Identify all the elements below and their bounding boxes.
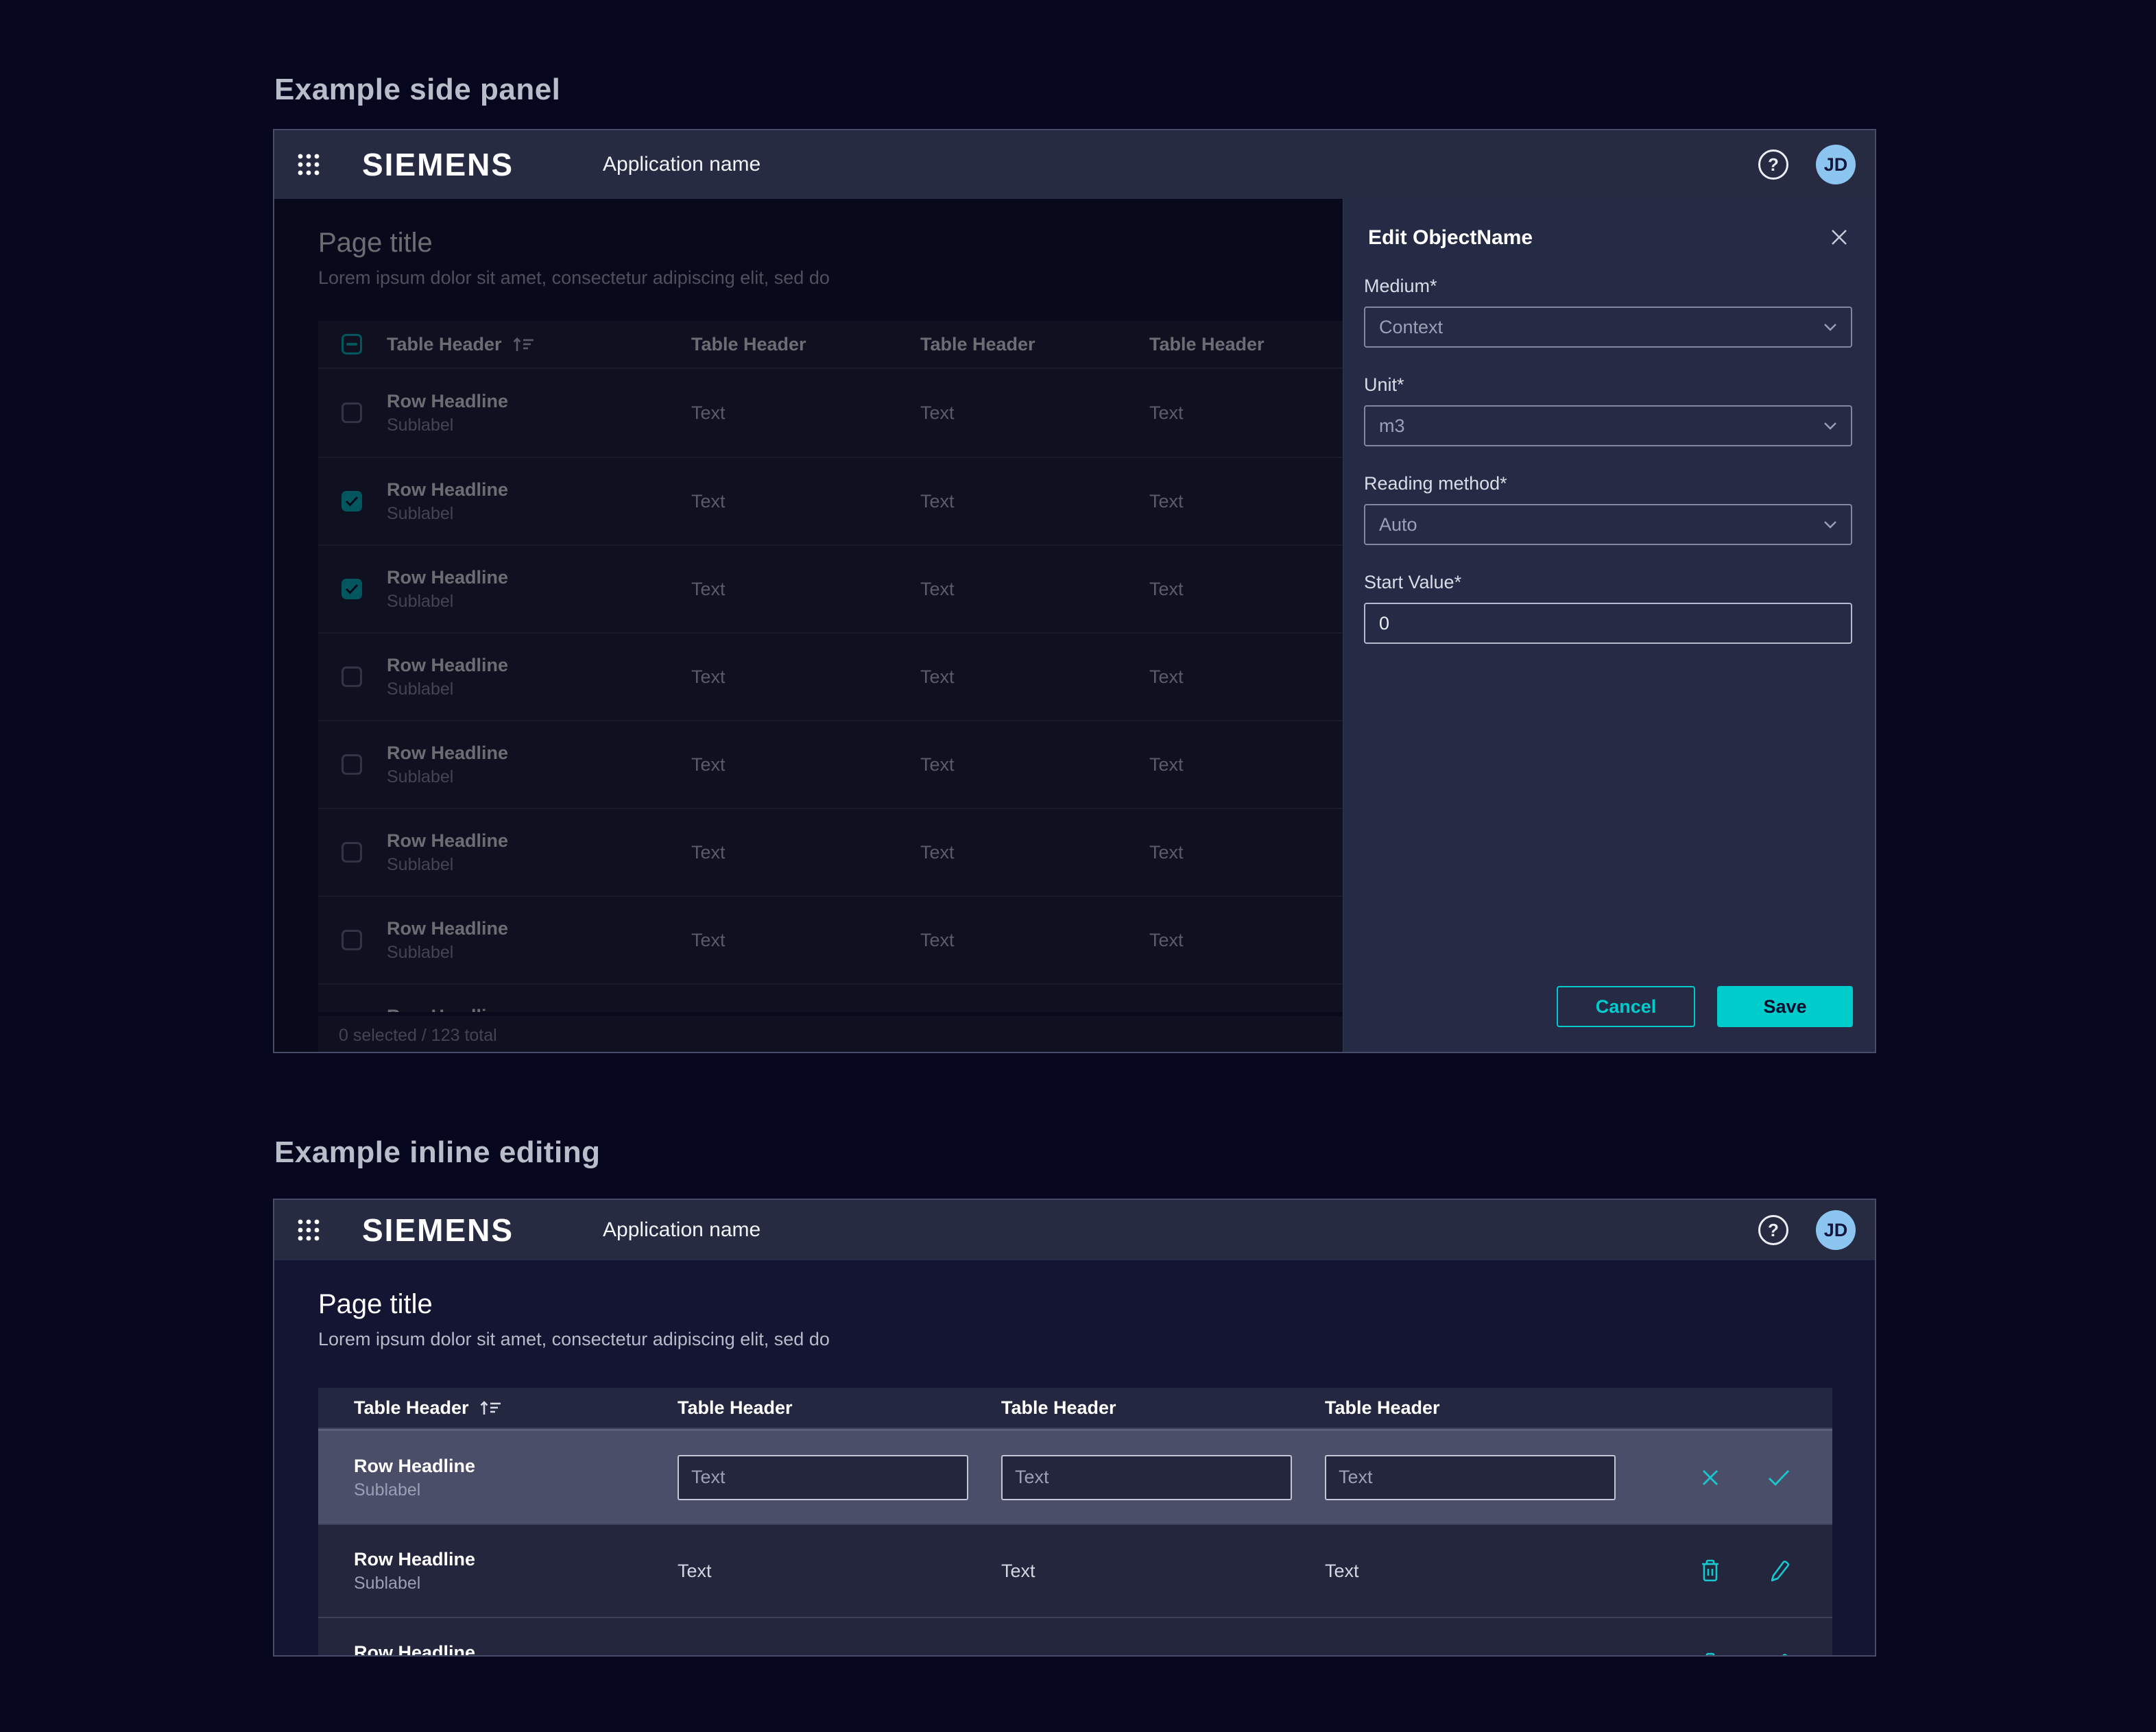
pencil-icon [1766,1651,1792,1657]
form-field-reading-method: Reading method* Auto [1364,473,1852,545]
help-icon[interactable]: ? [1758,1215,1788,1245]
field-label: Start Value* [1364,572,1852,593]
app-header-bar: SIEMENS Application name ? JD [274,130,1875,199]
inline-editing-example-window: SIEMENS Application name ? JD Page title… [273,1199,1876,1657]
medium-select[interactable]: Context [1364,306,1852,348]
field-label: Reading method* [1364,473,1852,494]
column-header[interactable]: Table Header [1001,1397,1325,1419]
save-button[interactable]: Save [1717,986,1853,1027]
table-row: Row Headline Sublabel Text Text Text [318,1524,1832,1617]
cancel-button[interactable]: Cancel [1557,986,1695,1027]
checkmark-icon [1767,1468,1790,1487]
table-cell: Text [1325,1561,1649,1582]
table-cell: Text [1001,1561,1325,1582]
unit-select[interactable]: m3 [1364,405,1852,446]
close-icon[interactable] [1825,224,1853,251]
discard-edit-button[interactable] [1697,1464,1724,1491]
table-body: Row Headline Sublabel [318,1429,1832,1657]
page-title: Page title [318,1289,433,1320]
row-sublabel: Sublabel [354,1480,678,1500]
column-header[interactable]: Table Header [678,1397,1001,1419]
trash-icon [1698,1558,1723,1584]
column-header[interactable]: Table Header [1325,1397,1649,1419]
row-sublabel: Sublabel [354,1573,678,1593]
delete-row-button[interactable] [1697,1650,1724,1657]
siemens-logo: SIEMENS [362,1212,514,1249]
row-headline: Row Headline [354,1548,678,1570]
app-header-bar: SIEMENS Application name ? JD [274,1200,1875,1260]
confirm-edit-button[interactable] [1765,1464,1793,1491]
column-header[interactable]: Table Header [318,1397,678,1419]
table-row: Row Headline Sublabel Text Text Text [318,1617,1832,1657]
section-title-side-panel: Example side panel [274,73,560,107]
field-label: Unit* [1364,374,1852,396]
select-value: Auto [1379,514,1417,536]
siemens-logo: SIEMENS [362,146,514,183]
delete-row-button[interactable] [1697,1557,1724,1585]
select-value: m3 [1379,416,1405,437]
pencil-icon [1766,1558,1792,1584]
app-switcher-icon[interactable] [294,149,324,180]
edit-row-button[interactable] [1765,1557,1793,1585]
form-field-start-value: Start Value* [1364,572,1852,644]
table-cell: Text [1001,1654,1325,1657]
start-value-input[interactable] [1365,604,1851,642]
field-label: Medium* [1364,276,1852,297]
edit-row-button[interactable] [1765,1650,1793,1657]
avatar[interactable]: JD [1816,145,1856,184]
reading-method-select[interactable]: Auto [1364,504,1852,545]
table-header-row: Table Header Table Header Table Header T… [318,1388,1832,1429]
avatar[interactable]: JD [1816,1210,1856,1250]
application-name: Application name [603,1218,760,1242]
edit-side-panel: Edit ObjectName Medium* Context Unit* m3 [1343,199,1875,1052]
panel-title: Edit ObjectName [1368,226,1533,250]
application-name: Application name [603,153,760,176]
help-icon[interactable]: ? [1758,149,1788,180]
row-headline: Row Headline [354,1641,678,1657]
form-field-unit: Unit* m3 [1364,374,1852,446]
page-subtitle: Lorem ipsum dolor sit amet, consectetur … [318,1329,830,1350]
table-row-editing: Row Headline Sublabel [318,1429,1832,1524]
close-x-icon [1699,1467,1721,1489]
cell-edit-input[interactable] [678,1455,968,1500]
side-panel-example-window: SIEMENS Application name ? JD Page title… [273,129,1876,1053]
table-cell: Text [678,1561,1001,1582]
row-headline: Row Headline [354,1455,678,1477]
chevron-down-icon [1823,323,1837,331]
cell-edit-input[interactable] [1325,1455,1616,1500]
table-cell: Text [678,1654,1001,1657]
design-spec-page: Example side panel SIEMENS Application n… [0,0,2156,1732]
table-cell: Text [1325,1654,1649,1657]
app-switcher-icon[interactable] [294,1215,324,1245]
sort-ascending-icon [479,1398,503,1417]
select-value: Context [1379,317,1443,338]
section-title-inline-editing: Example inline editing [274,1135,601,1170]
trash-icon [1698,1651,1723,1657]
form-field-medium: Medium* Context [1364,276,1852,348]
cell-edit-input[interactable] [1001,1455,1292,1500]
page-content: Page title Lorem ipsum dolor sit amet, c… [274,1260,1875,1655]
inline-edit-table: Table Header Table Header Table Header T… [318,1388,1832,1657]
chevron-down-icon [1823,422,1837,430]
chevron-down-icon [1823,520,1837,529]
